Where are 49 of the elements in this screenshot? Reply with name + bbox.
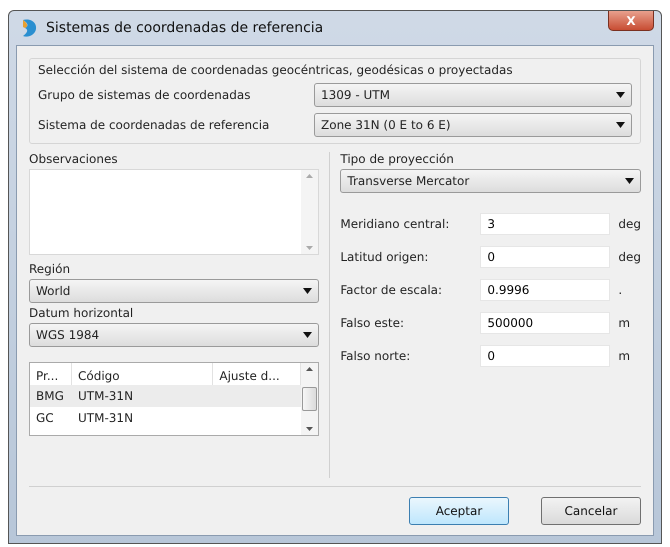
input-field[interactable]: 3 — [480, 213, 610, 235]
dropdown[interactable]: Zone 31N (0 E to 6 E) — [314, 113, 632, 137]
input-field[interactable]: 0.9996 — [480, 279, 610, 301]
field-label: Región — [29, 262, 72, 276]
dropdown[interactable]: Transverse Mercator — [340, 169, 641, 193]
caret-icon — [303, 332, 312, 338]
scrollbar[interactable] — [301, 170, 318, 254]
dropdown[interactable]: 1309 - UTM — [314, 83, 632, 107]
field-label: Falso norte: — [340, 349, 412, 363]
table-row[interactable]: BMG UTM-31N — [30, 385, 302, 407]
caret-icon — [303, 288, 312, 294]
table-cell-text: GC — [35, 411, 55, 425]
caret-icon — [616, 122, 625, 128]
scrollbar[interactable] — [301, 363, 318, 435]
unit-label: m — [617, 316, 632, 330]
group-title: Selección del sistema de coordenadas geocéntricas, geodésicas o proyectadas — [38, 63, 514, 77]
dropdown[interactable]: World — [29, 279, 320, 303]
caret-icon — [616, 92, 625, 98]
field-label: Tipo de proyección — [340, 152, 455, 166]
up-arrow-icon — [306, 174, 314, 178]
input-field[interactable]: 500000 — [480, 312, 610, 334]
table-cell-text: BMG — [35, 389, 65, 403]
dialog-button[interactable]: Cancelar — [541, 497, 641, 525]
field-label: Meridiano central: — [340, 217, 450, 231]
unit-label: deg — [617, 250, 641, 264]
dialog-button[interactable]: Aceptar — [409, 497, 509, 525]
unit-label: . — [617, 283, 624, 297]
scroll-thumb[interactable] — [302, 387, 318, 411]
table-cell-text: UTM-31N — [77, 411, 134, 425]
window-title: Sistemas de coordenadas de referencia — [46, 20, 324, 36]
app-logo-icon — [20, 18, 38, 38]
field-label: Datum horizontal — [29, 306, 134, 320]
field-label: Sistema de coordenadas de referencia — [38, 118, 270, 132]
field-label: Falso este: — [340, 316, 406, 330]
input-field[interactable]: 0 — [480, 345, 610, 367]
up-arrow-icon — [306, 367, 314, 371]
input-field[interactable]: 0 — [480, 246, 610, 268]
dropdown[interactable]: WGS 1984 — [29, 323, 320, 347]
down-arrow-icon — [306, 427, 314, 431]
down-arrow-icon — [306, 246, 314, 250]
table-cell-text: UTM-31N — [77, 389, 134, 403]
field-label: Grupo de sistemas de coordenadas — [38, 88, 252, 102]
unit-label: m — [617, 349, 632, 363]
caret-icon — [625, 178, 634, 184]
field-label: Latitud origen: — [340, 250, 430, 264]
unit-label: deg — [617, 217, 641, 231]
field-label: Factor de escala: — [340, 283, 444, 297]
field-label: Observaciones — [29, 152, 119, 166]
text-area[interactable] — [29, 169, 320, 255]
